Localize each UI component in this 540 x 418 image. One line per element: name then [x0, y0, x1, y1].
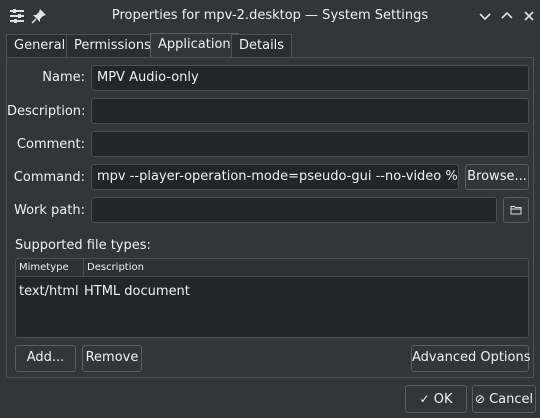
filetypes-table: Mimetype Description text/html HTML docu… [15, 258, 529, 338]
column-header-description[interactable]: Description [83, 259, 528, 277]
column-header-mimetype[interactable]: Mimetype [16, 259, 83, 277]
command-field[interactable]: mpv --player-operation-mode=pseudo-gui -… [91, 164, 459, 190]
description-field[interactable] [91, 98, 529, 124]
filetypes-label: Supported file types: [15, 238, 151, 253]
check-icon: ✓ [419, 392, 430, 406]
table-header: Mimetype Description [16, 259, 528, 277]
maximize-icon[interactable] [498, 7, 516, 25]
browse-button[interactable]: Browse... [465, 164, 529, 190]
name-label: Name: [42, 70, 85, 85]
folder-button[interactable] [503, 197, 529, 223]
cancel-button[interactable]: ⊘ Cancel [472, 385, 536, 413]
ok-button[interactable]: ✓ OK [405, 385, 467, 413]
cancel-icon: ⊘ [474, 392, 485, 406]
window-title: Properties for mpv-2.desktop — System Se… [111, 8, 429, 23]
command-label: Command: [13, 170, 85, 185]
minimize-icon[interactable] [476, 7, 494, 25]
add-button[interactable]: Add... [15, 345, 76, 372]
tab-application[interactable]: Application [150, 33, 239, 58]
application-panel: Name: MPV Audio-only Description: Commen… [6, 57, 534, 378]
comment-label: Comment: [16, 137, 85, 152]
ok-label: OK [433, 392, 453, 407]
remove-button[interactable]: Remove [82, 345, 142, 372]
close-icon[interactable] [520, 7, 538, 25]
mimetype-cell: text/html [19, 284, 79, 299]
workpath-label: Work path: [14, 203, 85, 218]
folder-icon [510, 206, 522, 215]
description-cell: HTML document [84, 284, 190, 299]
tab-details[interactable]: Details [231, 34, 293, 58]
tab-general[interactable]: General [6, 34, 74, 58]
name-field[interactable]: MPV Audio-only [91, 65, 529, 91]
tab-permissions[interactable]: Permissions [66, 34, 159, 58]
title-bar: Properties for mpv-2.desktop — System Se… [0, 0, 540, 32]
cancel-label: Cancel [489, 392, 534, 407]
comment-field[interactable] [91, 131, 529, 157]
workpath-field[interactable] [91, 197, 497, 223]
description-label: Description: [7, 104, 86, 119]
advanced-options-button[interactable]: Advanced Options [411, 345, 531, 372]
